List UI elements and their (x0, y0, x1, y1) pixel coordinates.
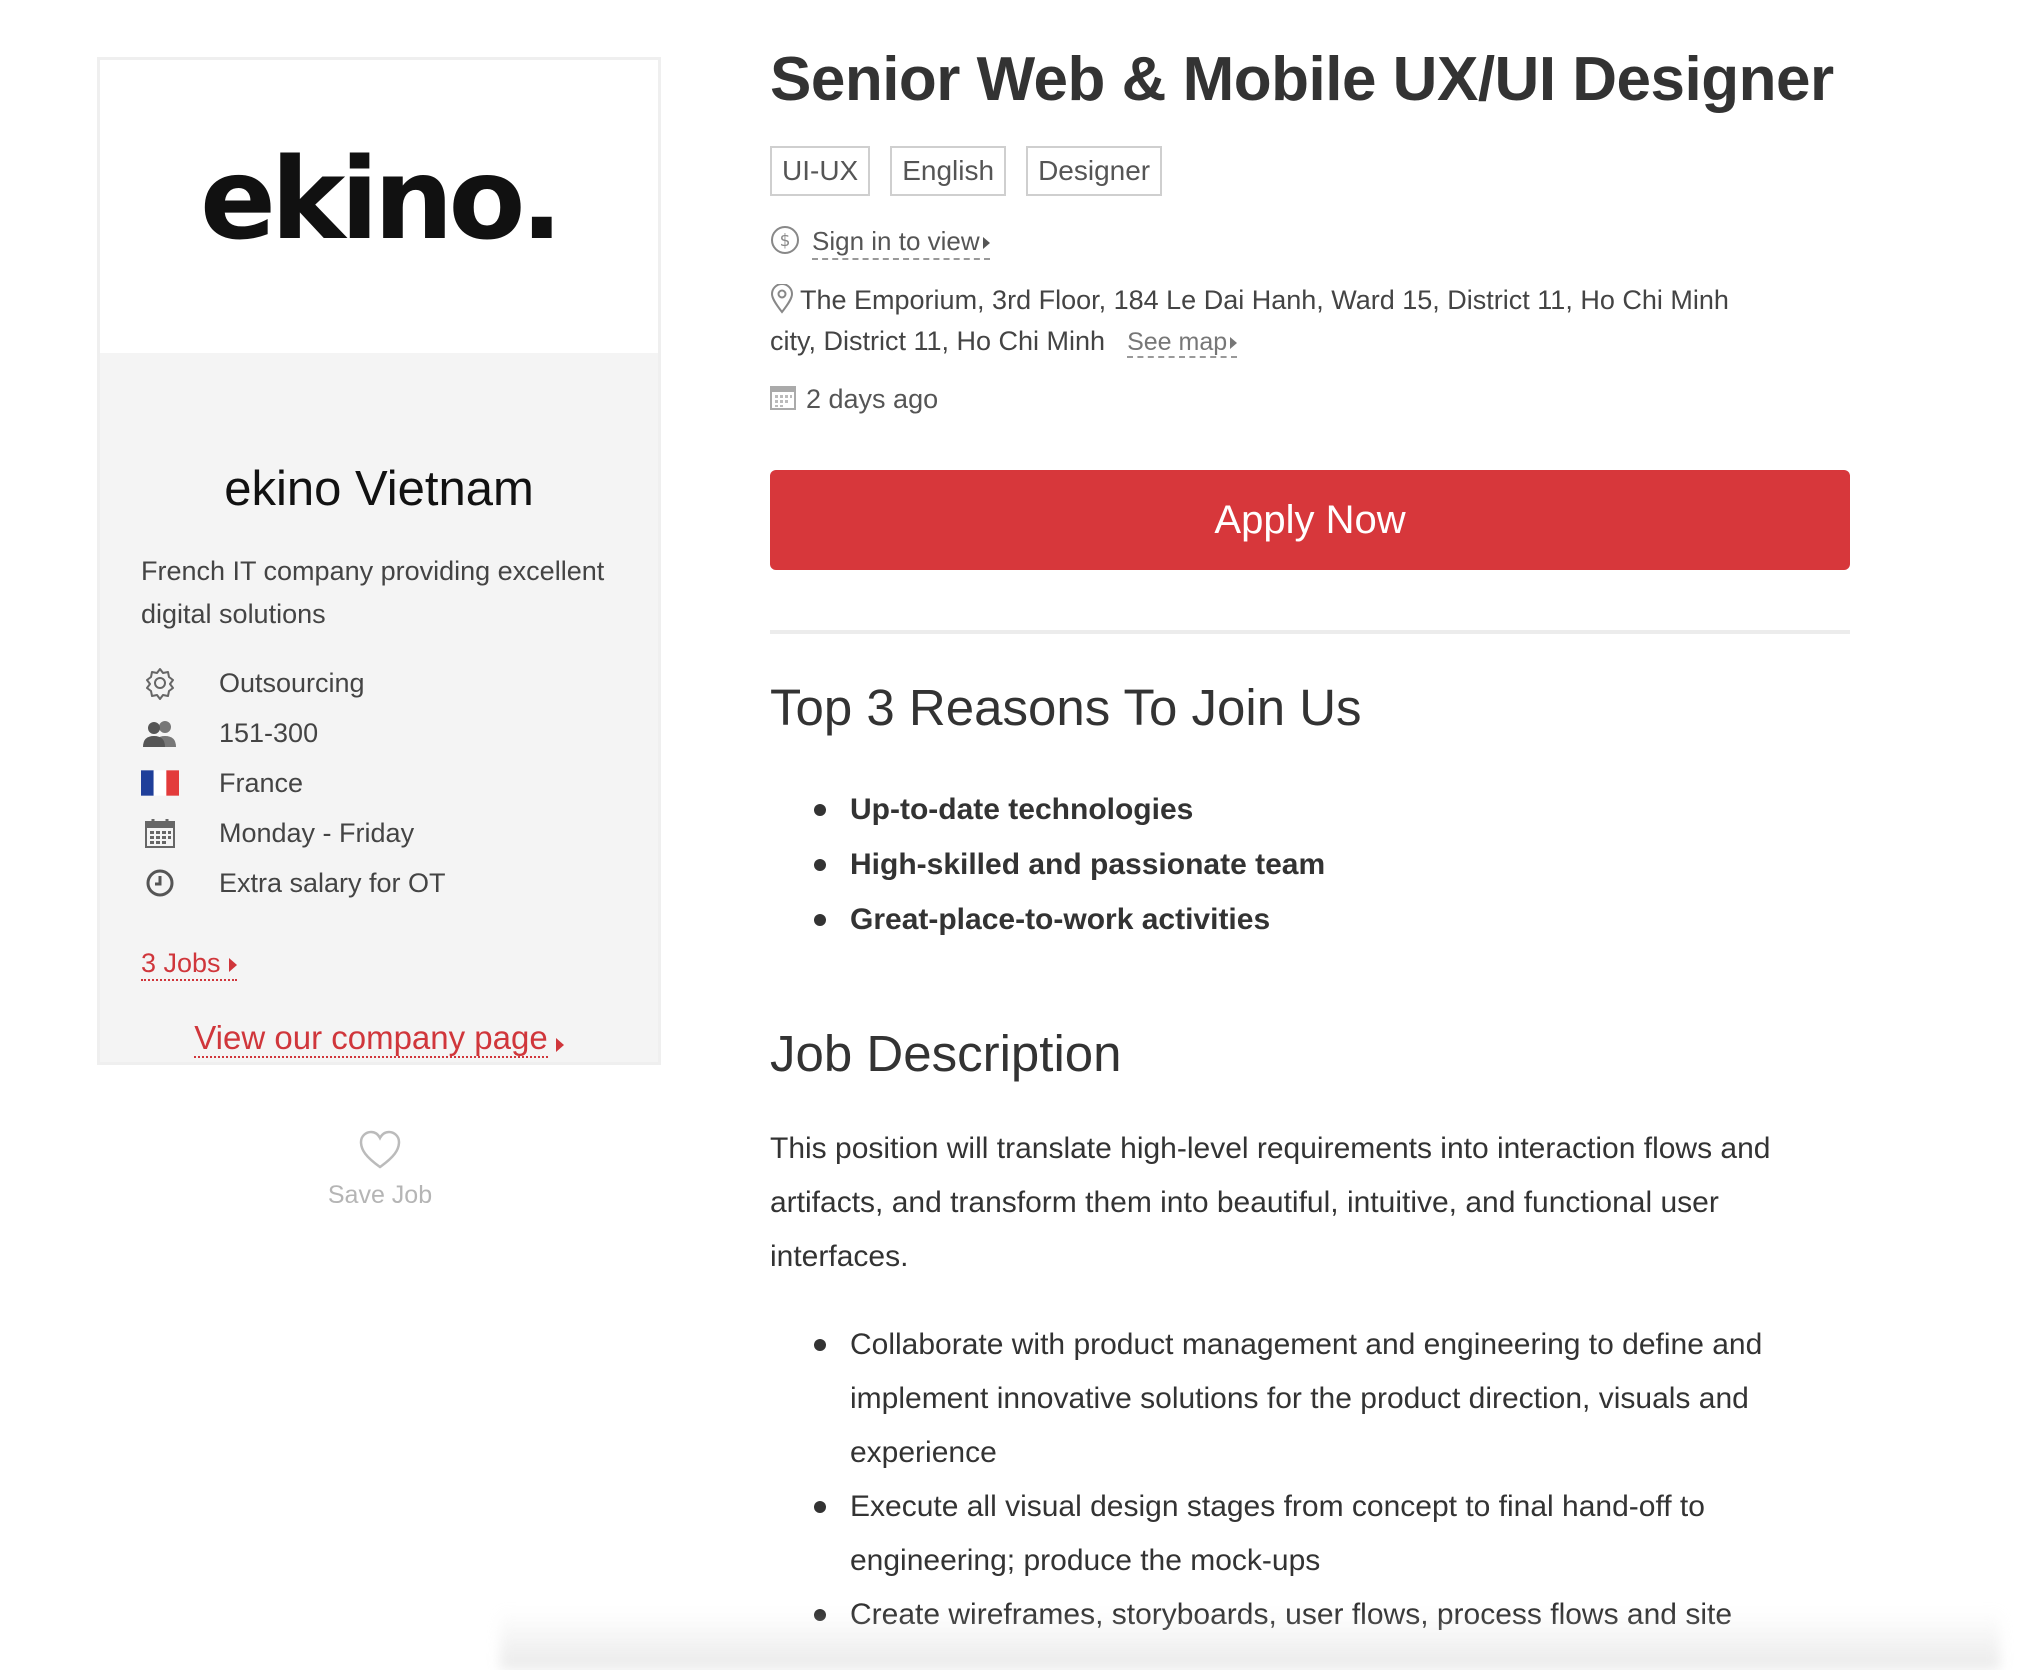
see-map-link[interactable]: See map (1127, 328, 1238, 358)
salary-row: $ Sign in to view (770, 224, 990, 260)
section-divider (770, 630, 1850, 634)
see-map-label: See map (1127, 328, 1228, 356)
view-company-page-label: View our company page (194, 1019, 548, 1058)
location-pin-icon (770, 280, 800, 319)
sign-in-to-view-label: Sign in to view (812, 226, 980, 256)
clock-icon (141, 866, 179, 900)
sign-in-to-view-link[interactable]: Sign in to view (812, 224, 990, 260)
company-logo-text: ekino. (199, 134, 563, 265)
apply-now-button[interactable]: Apply Now (770, 470, 1850, 570)
job-title: Senior Web & Mobile UX/UI Designer (770, 45, 1834, 114)
list-item: Execute all visual design stages from co… (814, 1480, 1840, 1588)
company-info-list: Outsourcing 151-300 France Monday - Frid… (141, 658, 621, 908)
caret-right-icon (1230, 337, 1238, 350)
dollar-icon: $ (770, 225, 800, 260)
job-duties-list: Collaborate with product management and … (814, 1318, 1840, 1642)
tag-english[interactable]: English (890, 146, 1007, 196)
info-row-size: 151-300 (141, 708, 621, 758)
company-size: 151-300 (219, 717, 319, 748)
heart-icon (358, 1130, 402, 1174)
address-row: The Emporium, 3rd Floor, 184 Le Dai Hanh… (770, 280, 1780, 362)
people-icon (141, 716, 179, 750)
job-description-title: Job Description (770, 1025, 1122, 1082)
info-row-workdays: Monday - Friday (141, 808, 621, 858)
reasons-list: Up-to-date technologies High-skilled and… (813, 782, 1325, 947)
company-page-link-container: View our company page (100, 1018, 658, 1058)
job-description-paragraph: This position will translate high-level … (770, 1132, 1771, 1273)
company-workdays: Monday - Friday (219, 817, 415, 848)
caret-right-icon (555, 1037, 564, 1052)
info-row-country: France (141, 758, 621, 808)
caret-right-icon (228, 957, 237, 972)
gear-icon (141, 666, 179, 700)
save-job-label: Save Job (327, 1181, 433, 1209)
company-tagline: French IT company providing excellent di… (141, 556, 605, 629)
company-name[interactable]: ekino Vietnam (100, 460, 658, 518)
posted-row: 2 days ago (770, 384, 938, 415)
calendar-icon (141, 816, 179, 850)
company-country: France (219, 767, 304, 798)
list-item: Collaborate with product management and … (814, 1318, 1840, 1480)
job-address: The Emporium, 3rd Floor, 184 Le Dai Hanh… (770, 285, 1729, 356)
tag-ui-ux[interactable]: UI-UX (770, 146, 871, 196)
scroll-shadow (500, 1610, 2000, 1670)
reasons-title: Top 3 Reasons To Join Us (770, 679, 1362, 736)
caret-right-icon (982, 237, 990, 250)
calendar-icon (770, 384, 796, 415)
list-item: High-skilled and passionate team (813, 837, 1325, 892)
company-overtime: Extra salary for OT (219, 867, 446, 898)
info-row-type: Outsourcing (141, 658, 621, 708)
company-logo[interactable]: ekino. (100, 60, 658, 353)
job-tags: UI-UX English Designer (770, 146, 1163, 196)
view-company-page-link[interactable]: View our company page (194, 1019, 564, 1058)
list-item: Great-place-to-work activities (813, 892, 1325, 947)
company-jobs-label: 3 Jobs (141, 948, 221, 978)
svg-text:$: $ (780, 231, 791, 251)
posted-time: 2 days ago (806, 384, 939, 414)
info-row-overtime: Extra salary for OT (141, 858, 621, 908)
company-card: ekino. ekino Vietnam French IT company p… (97, 57, 661, 1065)
save-job-button[interactable]: Save Job (280, 1130, 480, 1210)
company-type: Outsourcing (219, 667, 365, 698)
tag-designer[interactable]: Designer (1026, 146, 1163, 196)
france-flag-icon (141, 766, 179, 800)
list-item: Up-to-date technologies (813, 782, 1325, 837)
company-jobs-link[interactable]: 3 Jobs (141, 947, 237, 981)
